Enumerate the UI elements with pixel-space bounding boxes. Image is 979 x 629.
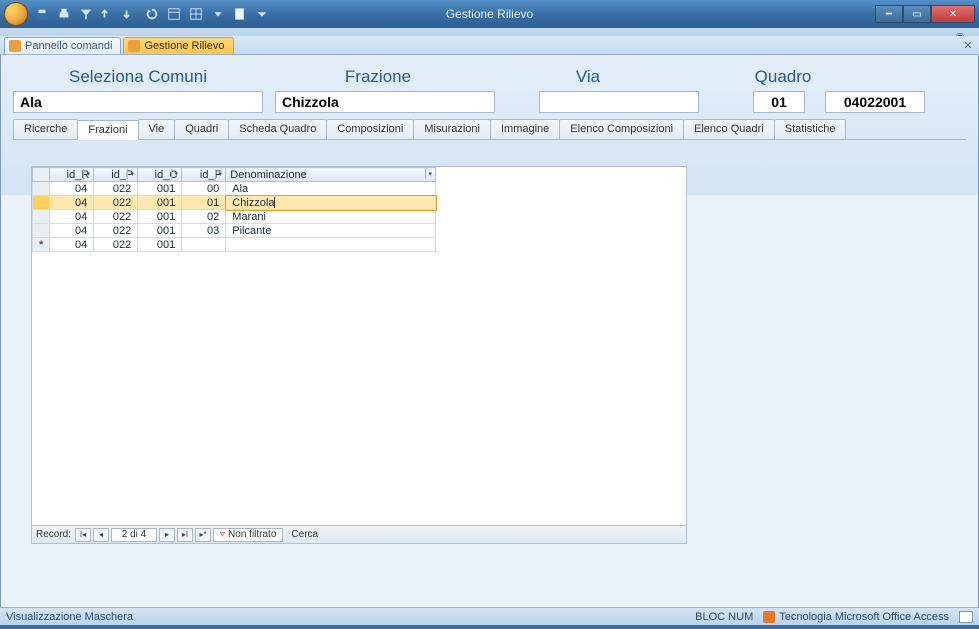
- tab-gestione-rilievo[interactable]: Gestione Rilievo: [123, 37, 233, 54]
- window-title: Gestione Rilievo: [446, 7, 533, 21]
- filter-indicator[interactable]: ▿ Non filtrato: [213, 528, 283, 542]
- qat-filter-icon[interactable]: [76, 4, 96, 24]
- tab-vie[interactable]: Vie: [138, 119, 176, 139]
- label-via: Via: [493, 67, 683, 87]
- form-body: Seleziona Comuni Frazione Via Quadro Ric…: [0, 55, 979, 607]
- close-button[interactable]: ✕: [931, 5, 975, 23]
- label-frazione: Frazione: [263, 67, 493, 87]
- nav-next-button[interactable]: ▸: [159, 528, 175, 542]
- qat-form-icon[interactable]: [164, 4, 184, 24]
- table-row[interactable]: 04 022 001 00 Ala: [33, 182, 436, 196]
- status-technology: Tecnologia Microsoft Office Access: [779, 611, 949, 623]
- status-bar: Visualizzazione Maschera BLOC NUM Tecnol…: [0, 607, 979, 625]
- qat-dropdown-icon[interactable]: [208, 4, 228, 24]
- maximize-button[interactable]: ▭: [903, 5, 931, 23]
- qat-new-icon[interactable]: [230, 4, 250, 24]
- editing-cell[interactable]: Chizzola: [226, 196, 436, 210]
- label-comuni: Seleziona Comuni: [13, 67, 263, 87]
- nav-prev-button[interactable]: ◂: [93, 528, 109, 542]
- office-logo-icon: [763, 611, 775, 623]
- office-orb-button[interactable]: [4, 2, 28, 26]
- qat-refresh-icon[interactable]: [142, 4, 162, 24]
- input-quadro-1[interactable]: [753, 91, 805, 113]
- record-navigator: Record: I◂ ◂ 2 di 4 ▸ ▸I ▸* ▿ Non filtra…: [32, 525, 686, 543]
- qat-sort-asc-icon[interactable]: [98, 4, 118, 24]
- minimize-button[interactable]: ━: [875, 5, 903, 23]
- chevron-down-icon[interactable]: ▾: [83, 169, 92, 179]
- ribbon-collapsed: ◉: [0, 28, 979, 36]
- tab-elenco-composizioni[interactable]: Elenco Composizioni: [559, 119, 684, 139]
- tab-immagine[interactable]: Immagine: [490, 119, 560, 139]
- nav-first-button[interactable]: I◂: [75, 528, 91, 542]
- tab-composizioni[interactable]: Composizioni: [326, 119, 414, 139]
- qat-datasheet-icon[interactable]: [186, 4, 206, 24]
- form-icon: [128, 40, 140, 52]
- tab-label: Gestione Rilievo: [144, 40, 224, 52]
- table-row[interactable]: 04 022 001 02 Marani: [33, 210, 436, 224]
- qat-save-icon[interactable]: [32, 4, 52, 24]
- chevron-down-icon[interactable]: ▾: [171, 169, 180, 179]
- document-tabs: Pannello comandi Gestione Rilievo ✕: [0, 36, 979, 55]
- tab-pannello-comandi[interactable]: Pannello comandi: [4, 37, 121, 54]
- view-switcher-icon[interactable]: [959, 611, 973, 623]
- select-all-header[interactable]: [33, 168, 50, 182]
- table-row[interactable]: 04 022 001 03 Pilcante: [33, 224, 436, 238]
- record-label: Record:: [36, 529, 71, 540]
- col-header-id-f[interactable]: id_F▾: [182, 168, 226, 182]
- row-selector[interactable]: [33, 196, 50, 210]
- inner-tab-strip: Ricerche Frazioni Vie Quadri Scheda Quad…: [13, 119, 966, 140]
- qat-print-icon[interactable]: [54, 4, 74, 24]
- tab-misurazioni[interactable]: Misurazioni: [413, 119, 491, 139]
- chevron-down-icon[interactable]: ▾: [425, 169, 434, 179]
- nav-last-button[interactable]: ▸I: [177, 528, 193, 542]
- col-header-id-p[interactable]: id_P▾: [94, 168, 138, 182]
- form-icon: [9, 40, 21, 52]
- tab-label: Pannello comandi: [25, 40, 112, 52]
- chevron-down-icon[interactable]: ▾: [127, 169, 136, 179]
- tab-elenco-quadri[interactable]: Elenco Quadri: [683, 119, 775, 139]
- row-selector[interactable]: [33, 224, 50, 238]
- row-selector[interactable]: [33, 182, 50, 196]
- qat-customize-icon[interactable]: [252, 4, 272, 24]
- search-label[interactable]: Cerca: [285, 529, 324, 540]
- row-selector[interactable]: [33, 210, 50, 224]
- nav-new-button[interactable]: ▸*: [195, 528, 211, 542]
- datasheet: id_R▾ id_P▾ id_C▾ id_F▾ Denominazione▾ 0…: [31, 166, 687, 544]
- document-close-icon[interactable]: ✕: [961, 38, 975, 52]
- input-quadro-2[interactable]: [825, 91, 925, 113]
- quick-access-toolbar: [32, 4, 272, 24]
- record-position[interactable]: 2 di 4: [111, 528, 157, 542]
- tab-scheda-quadro[interactable]: Scheda Quadro: [228, 119, 327, 139]
- row-selector-new[interactable]: [33, 238, 50, 252]
- tab-frazioni[interactable]: Frazioni: [77, 120, 138, 140]
- filter-icon: ▿: [220, 529, 225, 540]
- tab-quadri[interactable]: Quadri: [174, 119, 229, 139]
- status-bloc-num: BLOC NUM: [695, 611, 753, 623]
- col-header-denominazione[interactable]: Denominazione▾: [226, 168, 436, 182]
- input-via[interactable]: [539, 91, 699, 113]
- chevron-down-icon[interactable]: ▾: [215, 169, 224, 179]
- input-comuni[interactable]: [13, 91, 263, 113]
- status-view-mode: Visualizzazione Maschera: [6, 611, 133, 623]
- input-frazione[interactable]: [275, 91, 495, 113]
- table-row-new[interactable]: 04 022 001: [33, 238, 436, 252]
- tab-statistiche[interactable]: Statistiche: [774, 119, 847, 139]
- col-header-id-r[interactable]: id_R▾: [50, 168, 94, 182]
- titlebar: Gestione Rilievo ━ ▭ ✕: [0, 0, 979, 28]
- col-header-id-c[interactable]: id_C▾: [138, 168, 182, 182]
- qat-sort-desc-icon[interactable]: [120, 4, 140, 24]
- tab-ricerche[interactable]: Ricerche: [13, 119, 78, 139]
- label-quadro: Quadro: [683, 67, 883, 87]
- frazioni-table[interactable]: id_R▾ id_P▾ id_C▾ id_F▾ Denominazione▾ 0…: [32, 167, 436, 252]
- table-row[interactable]: 04 022 001 01 Chizzola: [33, 196, 436, 210]
